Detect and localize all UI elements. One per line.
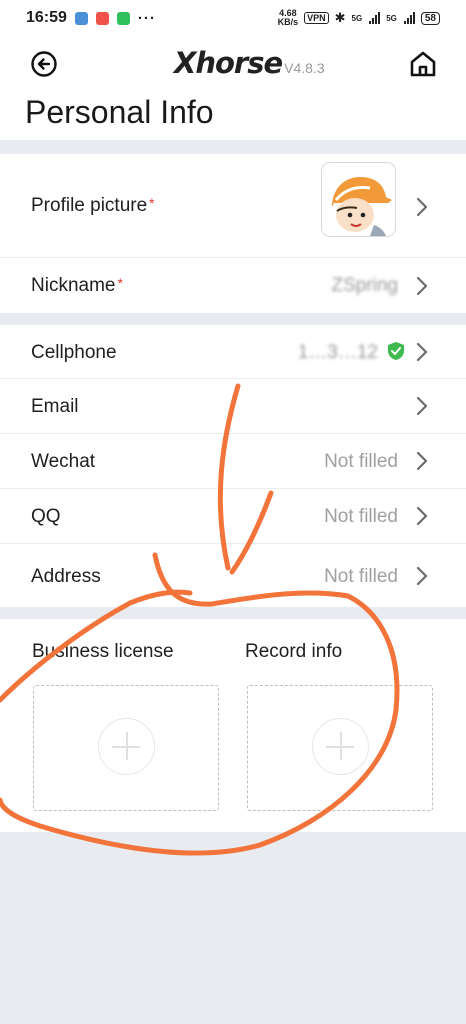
network-type-2: 5G [386,13,397,23]
page-title: Personal Info [25,94,214,130]
more-notifications-icon: ··· [137,9,156,27]
verified-shield-icon [388,342,404,360]
qq-value: Not filled [324,506,398,527]
network-type-1: 5G [351,13,363,23]
profile-picture-row[interactable]: Profile picture * [0,154,466,258]
app-header: Xhorse V4.8.3 Personal Info [0,36,466,140]
wechat-label: Wechat [31,451,96,472]
contact-section: Cellphone 1…3…12 Email Wechat Not filled… [0,325,466,607]
brand-name: Xhorse [174,46,283,80]
status-time: 16:59 [26,9,67,26]
profile-picture-text: Profile picture [31,195,148,216]
uploads-section: Business license Record info [0,619,466,832]
qq-label: QQ [31,506,61,527]
bluetooth-icon: ✱ [334,10,346,25]
nickname-label: Nickname * [31,275,123,297]
profile-section: Profile picture * Nickname * ZSpring [0,154,466,313]
chevron-right-icon [416,566,428,586]
back-arrow-icon[interactable] [30,50,58,78]
business-license-upload[interactable] [33,685,219,811]
chevron-right-icon [416,396,428,416]
required-mark: * [149,195,155,211]
status-bar: 16:59 ··· 4.68 KB/s VPN ✱ 5G 5G 58 [0,0,466,36]
record-notification-icon [95,11,109,25]
nickname-value: ZSpring [331,275,398,296]
battery-icon: 58 [420,11,440,25]
avatar[interactable] [321,162,396,237]
nickname-text: Nickname [31,275,116,296]
wechat-row[interactable]: Wechat Not filled [0,434,466,489]
email-label: Email [31,396,79,417]
cellphone-row[interactable]: Cellphone 1…3…12 [0,325,466,379]
home-icon[interactable] [408,49,438,79]
speed-unit: KB/s [277,17,299,27]
cellphone-label: Cellphone [31,342,117,363]
record-info-label: Record info [245,641,343,662]
record-info-upload[interactable] [247,685,433,811]
profile-picture-label: Profile picture * [31,195,155,217]
chevron-right-icon [416,197,428,217]
app-version: V4.8.3 [284,60,325,76]
chevron-right-icon [416,506,428,526]
chevron-right-icon [416,342,428,362]
chevron-right-icon [416,451,428,471]
signal-icon [403,12,415,24]
chevron-right-icon [416,276,428,296]
signal-icon [369,12,381,24]
plus-icon [98,718,155,775]
plus-icon [312,718,369,775]
wechat-value: Not filled [324,451,398,472]
app-notification-icon [74,11,88,25]
brand-logo: Xhorse V4.8.3 [174,46,325,82]
address-row[interactable]: Address Not filled [0,544,466,607]
nickname-row[interactable]: Nickname * ZSpring [0,258,466,313]
download-notification-icon [116,11,130,25]
required-mark: * [117,275,123,291]
business-license-label: Business license [32,641,174,662]
address-label: Address [31,566,101,587]
vpn-badge: VPN [304,12,329,24]
cellphone-value: 1…3…12 [297,342,378,363]
qq-row[interactable]: QQ Not filled [0,489,466,544]
email-row[interactable]: Email [0,379,466,434]
network-speed: 4.68 KB/s [278,9,299,27]
address-value: Not filled [324,566,398,587]
